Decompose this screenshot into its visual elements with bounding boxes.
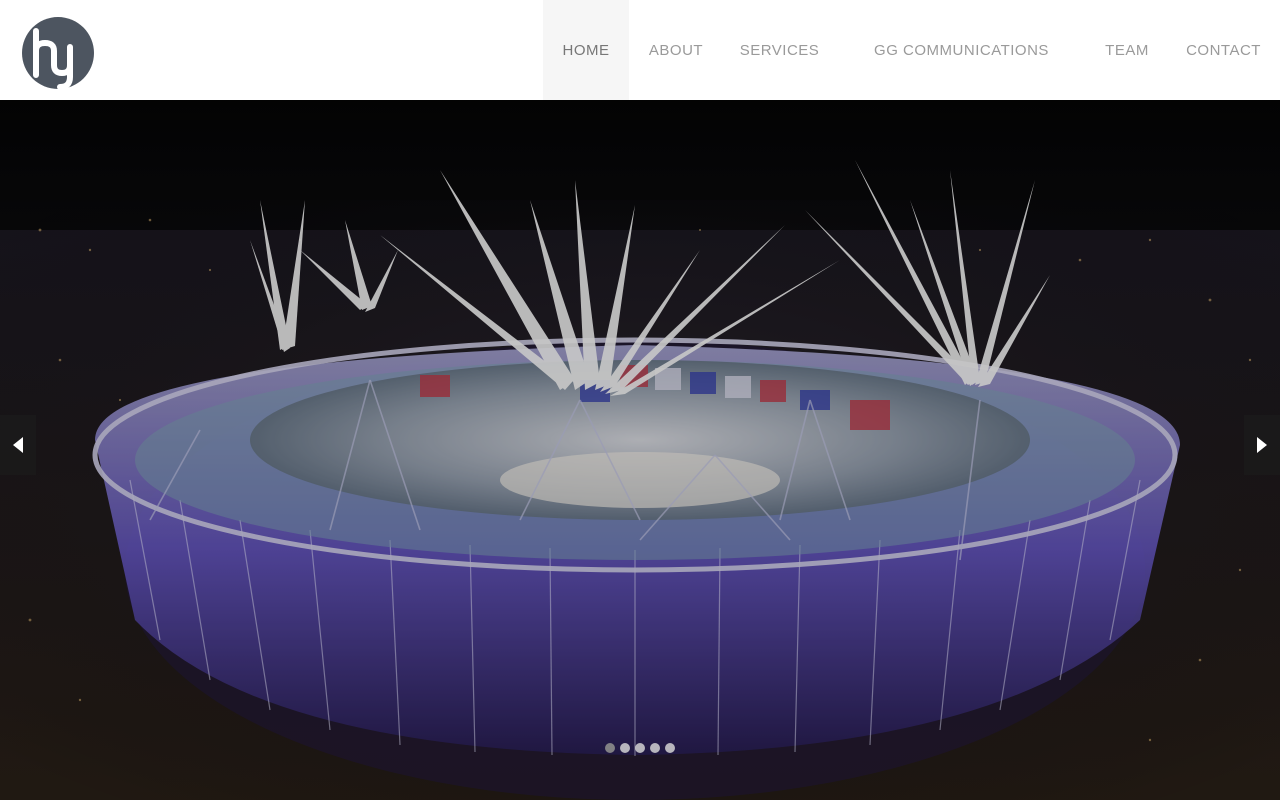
nav-item-services[interactable]: SERVICES (723, 0, 836, 100)
nav-item-team[interactable]: TEAM (1087, 0, 1167, 100)
chevron-right-icon (1257, 437, 1267, 453)
nav-item-contact[interactable]: CONTACT (1167, 0, 1280, 100)
slider-pagination (605, 743, 675, 753)
nav-item-gg-communications[interactable]: GG COMMUNICATIONS (836, 0, 1087, 100)
site-header: HOME ABOUT SERVICES GG COMMUNICATIONS TE… (0, 0, 1280, 100)
hy-monogram-logo-icon (22, 17, 94, 90)
slider-next-button[interactable] (1244, 415, 1280, 475)
slider-dot-5[interactable] (665, 743, 675, 753)
hero-slide-image (0, 100, 1280, 800)
chevron-left-icon (13, 437, 23, 453)
slider-dot-1[interactable] (605, 743, 615, 753)
main-nav: HOME ABOUT SERVICES GG COMMUNICATIONS TE… (543, 0, 1280, 100)
nav-item-home[interactable]: HOME (543, 0, 629, 100)
slider-dot-2[interactable] (620, 743, 630, 753)
hero-slider (0, 100, 1280, 800)
slider-dot-4[interactable] (650, 743, 660, 753)
slider-prev-button[interactable] (0, 415, 36, 475)
slider-dot-3[interactable] (635, 743, 645, 753)
nav-item-about[interactable]: ABOUT (629, 0, 723, 100)
brand-logo[interactable] (22, 17, 94, 90)
